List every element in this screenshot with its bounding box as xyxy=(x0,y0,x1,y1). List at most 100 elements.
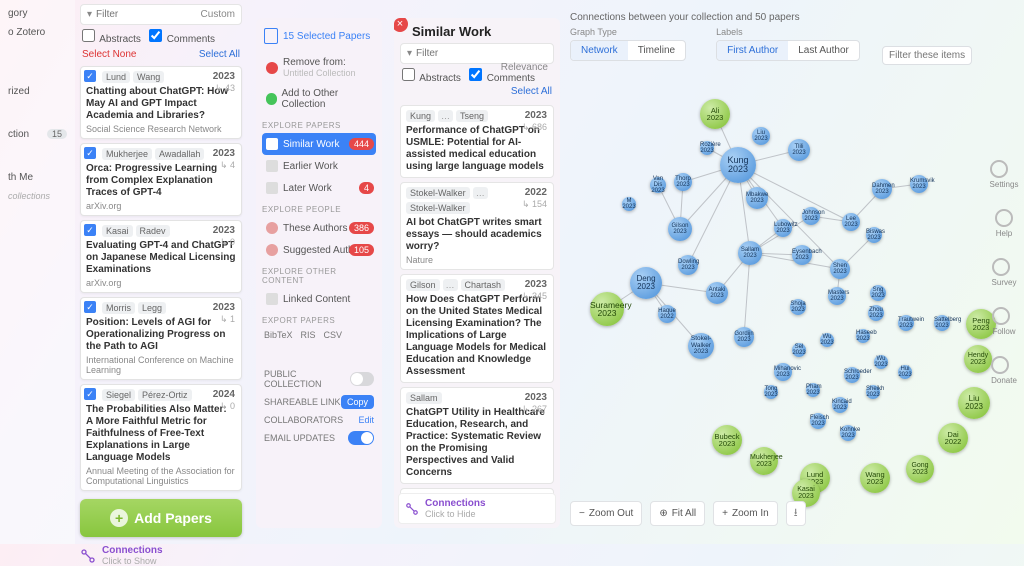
graph-node[interactable]: Kohnke2023 xyxy=(840,425,856,441)
graph-node[interactable]: Kincaid2023 xyxy=(832,397,848,413)
author-chip[interactable]: Morris xyxy=(102,302,135,314)
graph-node[interactable]: Tong2023 xyxy=(764,385,778,399)
add-other-collection[interactable]: Add to Other Collection xyxy=(262,83,376,115)
graph-node[interactable]: Rozière2023 xyxy=(700,141,714,155)
author-more[interactable]: … xyxy=(438,110,453,122)
graph-node[interactable]: Haque2022 xyxy=(658,305,676,323)
public-toggle[interactable] xyxy=(350,372,374,386)
select-all[interactable]: Select All xyxy=(199,49,240,60)
follow-link[interactable]: Follow xyxy=(992,307,1015,336)
graph-node[interactable]: Thorp2023 xyxy=(674,173,692,191)
graph-node[interactable]: Antaki2023 xyxy=(706,282,728,304)
author-chip[interactable]: Gilson xyxy=(406,279,440,291)
graph-node[interactable]: Pham2023 xyxy=(806,383,820,397)
export-ris[interactable]: RIS xyxy=(301,330,316,340)
graph-node[interactable]: Kung2023 xyxy=(720,147,756,183)
author-more[interactable]: … xyxy=(473,187,488,199)
author-chip[interactable]: Wang xyxy=(133,71,164,83)
rail-item[interactable]: o Zotero xyxy=(6,23,69,42)
rail-item[interactable]: rized xyxy=(6,82,69,101)
graph-node[interactable]: Hui2023 xyxy=(898,365,912,379)
relevance-label[interactable]: Relevance xyxy=(501,62,548,73)
graph-node[interactable]: Gilson2023 xyxy=(668,217,692,241)
author-chip[interactable]: Lund xyxy=(102,71,130,83)
checkbox-icon[interactable]: ✓ xyxy=(84,70,96,82)
graph-filter-input[interactable] xyxy=(882,46,972,65)
graph-node[interactable]: Eysenbach2023 xyxy=(792,245,812,265)
checkbox-icon[interactable]: ✓ xyxy=(84,224,96,236)
author-chip[interactable]: Radev xyxy=(136,225,170,237)
export-bibtex[interactable]: BibTeX xyxy=(264,330,293,340)
graph-node[interactable]: Deng2023 xyxy=(630,267,662,299)
remove-from[interactable]: Remove from:Untitled Collection xyxy=(262,52,376,83)
graph-node[interactable]: Ali2023 xyxy=(700,99,730,129)
graph-node[interactable]: Sallam2023 xyxy=(738,241,762,265)
similar-filter-input[interactable] xyxy=(416,48,547,59)
author-chip[interactable]: Siegel xyxy=(102,389,135,401)
rail-item[interactable]: th Me xyxy=(6,168,69,187)
graph-node[interactable]: Van Dis2023 xyxy=(650,177,666,193)
suggested-authors-item[interactable]: Suggested Authors105 xyxy=(262,239,376,261)
these-authors-item[interactable]: These Authors386 xyxy=(262,217,376,239)
similar-card[interactable]: 2023 ↳ 267 Sallam ChatGPT Utility in Hea… xyxy=(400,387,554,484)
graph-node[interactable]: Dai2022 xyxy=(938,423,968,453)
zoom-out-button[interactable]: − Zoom Out xyxy=(570,501,642,526)
paper-card[interactable]: ✓ 2023 ↳ 43 LundWang Chatting about Chat… xyxy=(80,66,242,139)
author-chip[interactable]: Awadallah xyxy=(155,148,204,160)
timeline-tab[interactable]: Timeline xyxy=(628,41,685,60)
graph-node[interactable]: Krumsvik2023 xyxy=(910,175,928,193)
select-none[interactable]: Select None xyxy=(82,49,136,60)
author-chip[interactable]: Mukherjee xyxy=(102,148,152,160)
author-chip[interactable]: Pérez-Ortiz xyxy=(138,389,192,401)
later-work-item[interactable]: Later Work4 xyxy=(262,177,376,199)
zoom-in-button[interactable]: + Zoom In xyxy=(713,501,778,526)
download-button[interactable]: ⭳ xyxy=(786,501,806,526)
graph-node[interactable]: Liu2023 xyxy=(752,127,770,145)
graph-node[interactable]: Wu2023 xyxy=(820,333,834,347)
checkbox-icon[interactable]: ✓ xyxy=(84,147,96,159)
graph-node[interactable]: Johnson2023 xyxy=(802,207,820,225)
author-chip[interactable]: Legg xyxy=(138,302,166,314)
graph-node[interactable]: Lubowitz2023 xyxy=(774,219,792,237)
similar-card[interactable]: 2023 ↳ 686 Kung…Tseng Performance of Cha… xyxy=(400,105,554,178)
graph-node[interactable]: Fleisch2023 xyxy=(810,413,826,429)
settings-link[interactable]: Settings xyxy=(990,160,1019,189)
first-author-tab[interactable]: First Author xyxy=(717,41,788,60)
graph-node[interactable]: Dowling2023 xyxy=(678,255,698,275)
graph-node[interactable]: Bubeck2023 xyxy=(712,425,742,455)
graph-node[interactable]: Wang2023 xyxy=(860,463,890,493)
similar-work-item[interactable]: Similar Work444 xyxy=(262,133,376,155)
network-tab[interactable]: Network xyxy=(571,41,628,60)
add-papers-button[interactable]: +Add Papers xyxy=(80,499,242,537)
graph-node[interactable]: Surameery2023 xyxy=(590,292,624,326)
graph-node[interactable]: Stokel-Walker2023 xyxy=(688,333,714,359)
survey-link[interactable]: Survey xyxy=(992,258,1017,287)
graph-node[interactable]: Haseeb2023 xyxy=(856,329,870,343)
graph-node[interactable]: Sng2023 xyxy=(870,285,886,301)
rail-item[interactable]: ction15 xyxy=(6,125,69,144)
checkbox-icon[interactable]: ✓ xyxy=(84,301,96,313)
graph-node[interactable]: Sheikh2023 xyxy=(866,385,880,399)
fit-all-button[interactable]: ⊕ Fit All xyxy=(650,501,705,526)
graph-node[interactable]: Trautwein2023 xyxy=(898,315,914,331)
abstracts-check[interactable]: Abstracts xyxy=(82,29,141,45)
help-link[interactable]: Help xyxy=(995,209,1013,238)
export-csv[interactable]: CSV xyxy=(324,330,343,340)
email-toggle[interactable] xyxy=(348,431,374,445)
close-icon[interactable]: × xyxy=(394,18,408,32)
graph-node[interactable]: Wu2023 xyxy=(874,355,888,369)
graph-area[interactable]: Ali2023Kung2023Surameery2023Deng2023Tlil… xyxy=(570,67,982,497)
graph-node[interactable]: Biswas2023 xyxy=(866,227,882,243)
author-chip[interactable]: Kung xyxy=(406,110,435,122)
author-chip[interactable]: Chartash xyxy=(461,279,506,291)
graph-node[interactable]: Schroeder2023 xyxy=(844,367,860,383)
connections-footer[interactable]: ConnectionsClick to Show xyxy=(80,545,242,566)
edit-link[interactable]: Edit xyxy=(358,415,374,425)
paper-card[interactable]: ✓ 2024 ↳ 0 SiegelPérez-Ortiz The Probabi… xyxy=(80,384,242,491)
author-more[interactable]: … xyxy=(443,279,458,291)
graph-node[interactable]: Lee2023 xyxy=(842,213,860,231)
author-chip[interactable]: Stokel-Walker xyxy=(406,187,470,199)
graph-node[interactable]: Dahmen2023 xyxy=(872,179,892,199)
graph-node[interactable]: Sattelberg2023 xyxy=(934,315,950,331)
paper-card[interactable]: ✓ 2023 ↳ 1 MorrisLegg Position: Levels o… xyxy=(80,297,242,380)
